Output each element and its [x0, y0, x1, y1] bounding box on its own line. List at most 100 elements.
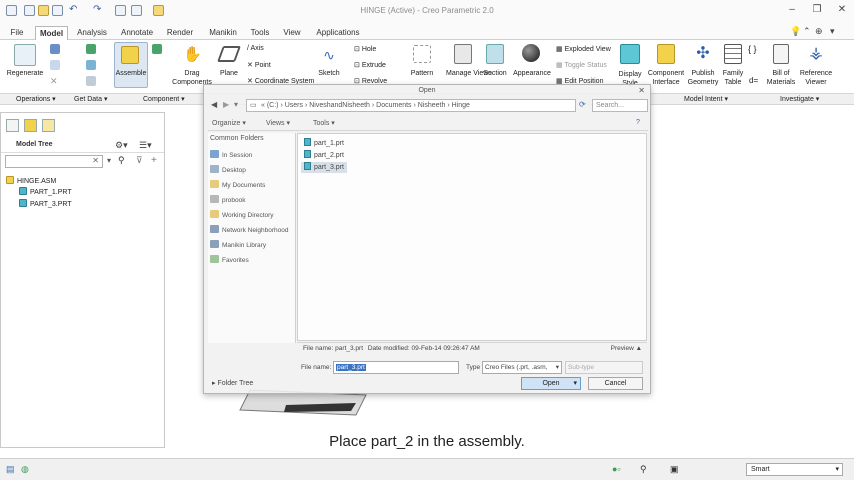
reference-viewer-label[interactable]: Reference Viewer — [796, 69, 836, 87]
regen-status-icon[interactable]: ●▫ — [612, 464, 621, 474]
pattern-icon[interactable] — [413, 45, 431, 63]
group-component[interactable]: Component ▾ — [143, 95, 185, 103]
family-table-label[interactable]: Family Table — [719, 69, 747, 87]
section-icon[interactable] — [486, 44, 504, 64]
plane-icon[interactable] — [217, 46, 241, 62]
group-model-intent[interactable]: Model Intent ▾ — [684, 95, 728, 103]
tab-file[interactable]: File — [4, 26, 30, 40]
tree-show-icon[interactable]: ☰▾ — [139, 140, 152, 151]
group-get-data[interactable]: Get Data ▾ — [74, 95, 107, 103]
manage-views-icon[interactable] — [454, 44, 472, 64]
file-part2[interactable]: part_2.prt — [301, 150, 347, 161]
dialog-search-input[interactable]: Search... — [592, 99, 648, 112]
show-navigator-icon[interactable]: ▤ — [6, 464, 15, 475]
copy-icon[interactable] — [50, 44, 60, 54]
delete-icon[interactable]: ✕ — [50, 76, 60, 86]
tab-view[interactable]: View — [280, 26, 304, 40]
subtype-select[interactable]: Sub-type — [565, 361, 643, 374]
model-tree-tab-icon[interactable] — [6, 119, 19, 132]
file-part3[interactable]: part_3.prt — [301, 162, 347, 173]
help-icon[interactable]: ⊕ — [815, 26, 823, 37]
family-table-icon[interactable] — [724, 44, 742, 64]
refresh-icon[interactable]: ⟳ — [579, 100, 586, 109]
address-path[interactable]: ▭ « (C:) › Users › NiveshandNisheeth › D… — [246, 99, 576, 112]
find-binoculars-icon[interactable]: ⚲ — [118, 155, 125, 166]
restore-button[interactable]: ❐ — [805, 2, 829, 18]
tree-item-root[interactable]: HINGE.ASM — [6, 176, 56, 185]
tree-search-input[interactable]: ✕ — [5, 155, 103, 168]
tab-applications[interactable]: Applications — [310, 26, 366, 40]
get-data-icon-1[interactable] — [86, 44, 96, 54]
drag-hand-icon[interactable]: ✋ — [183, 46, 202, 64]
close-button[interactable]: ✕ — [830, 2, 854, 18]
point-button[interactable]: ✕ Point — [247, 61, 271, 69]
axis-button[interactable]: / Axis — [247, 45, 264, 52]
back-arrow-icon[interactable]: ◀ — [211, 100, 217, 109]
component-interface-label[interactable]: Component Interface — [646, 69, 686, 87]
folder-manikin-library[interactable]: Manikin Library — [210, 240, 266, 249]
selection-filter-select[interactable]: Smart ▾ — [746, 463, 843, 476]
tab-manikin[interactable]: Manikin — [204, 26, 242, 40]
tab-render[interactable]: Render — [162, 26, 198, 40]
regenerate-icon[interactable] — [14, 44, 36, 66]
open-button[interactable]: Open ▾ — [521, 377, 581, 390]
component-interface-icon[interactable] — [657, 44, 675, 64]
extrude-button[interactable]: ⊡ Extrude — [354, 61, 386, 69]
bill-of-materials-icon[interactable] — [773, 44, 789, 64]
publish-geometry-label[interactable]: Publish Geometry — [686, 69, 720, 87]
find-icon[interactable]: ⚲ — [640, 464, 647, 475]
selection-buffer-icon[interactable]: ▣ — [670, 464, 679, 475]
cancel-button[interactable]: Cancel — [588, 377, 643, 390]
plane-label[interactable]: Plane — [215, 70, 243, 77]
display-style-icon[interactable] — [620, 44, 640, 64]
filter-icon[interactable]: ⊽ — [136, 155, 143, 166]
search-dropdown-icon[interactable]: ▾ — [107, 156, 111, 165]
chevron-up-icon[interactable]: ⌃ — [803, 26, 811, 37]
folder-desktop[interactable]: Desktop — [210, 165, 246, 174]
file-part1[interactable]: part_1.prt — [301, 138, 347, 149]
folder-network[interactable]: Network Neighborhood — [210, 225, 288, 234]
add-column-icon[interactable]: + — [151, 155, 157, 166]
folder-browser-tab-icon[interactable] — [24, 119, 37, 132]
hole-button[interactable]: ⊡ Hole — [354, 45, 376, 53]
tools-menu[interactable]: Tools ▾ — [313, 119, 335, 127]
paste-icon[interactable] — [50, 60, 60, 70]
tab-tools[interactable]: Tools — [247, 26, 273, 40]
type-select[interactable]: Creo Files (.prt, .asm, ▾ — [482, 361, 562, 374]
reference-viewer-icon[interactable]: ⚶ — [807, 44, 825, 64]
dialog-close-icon[interactable]: ✕ — [638, 86, 645, 95]
tab-analysis[interactable]: Analysis — [73, 26, 111, 40]
forward-arrow-icon[interactable]: ▶ — [223, 100, 229, 109]
history-dropdown-icon[interactable]: ▾ — [234, 100, 238, 109]
regenerate-label[interactable]: Regenerate — [3, 70, 47, 77]
file-name-input[interactable]: part_3.prt — [333, 361, 459, 374]
tree-settings-icon[interactable]: ⚙▾ — [115, 140, 128, 151]
d-equals-icon[interactable]: d= — [749, 76, 758, 85]
appearance-label[interactable]: Appearance — [510, 70, 554, 77]
get-data-icon-2[interactable] — [86, 60, 96, 70]
publish-geometry-icon[interactable]: ✣ — [694, 44, 712, 64]
tree-item-part3[interactable]: PART_3.PRT — [19, 199, 72, 208]
help-bulb-icon[interactable]: 💡 — [790, 26, 801, 37]
bill-of-materials-label[interactable]: Bill of Materials — [764, 69, 798, 87]
folder-probook[interactable]: probook — [210, 195, 246, 204]
create-component-icon[interactable] — [152, 44, 162, 54]
tab-model[interactable]: Model — [35, 26, 68, 40]
group-operations[interactable]: Operations ▾ — [16, 95, 56, 103]
dialog-help-icon[interactable]: ? — [636, 119, 640, 126]
exploded-view-button[interactable]: ▦ Exploded View — [556, 45, 611, 53]
organize-menu[interactable]: Organize ▾ — [212, 119, 246, 127]
manage-views-label[interactable]: Manage Views — [446, 70, 492, 77]
toggle-status-button[interactable]: ▦ Toggle Status — [556, 61, 607, 69]
favorites-tab-icon[interactable] — [42, 119, 55, 132]
tab-annotate[interactable]: Annotate — [117, 26, 157, 40]
folder-tree-toggle[interactable]: ▸ Folder Tree — [212, 379, 253, 387]
minimize-button[interactable]: – — [780, 2, 804, 18]
get-data-icon-3[interactable] — [86, 76, 96, 86]
section-label[interactable]: Section — [480, 70, 510, 77]
group-investigate[interactable]: Investigate ▾ — [780, 95, 819, 103]
folder-my-documents[interactable]: My Documents — [210, 180, 265, 189]
preview-toggle[interactable]: Preview ▲ — [611, 343, 642, 355]
appearance-icon[interactable] — [522, 44, 540, 62]
show-browser-icon[interactable]: ◍ — [21, 464, 29, 475]
